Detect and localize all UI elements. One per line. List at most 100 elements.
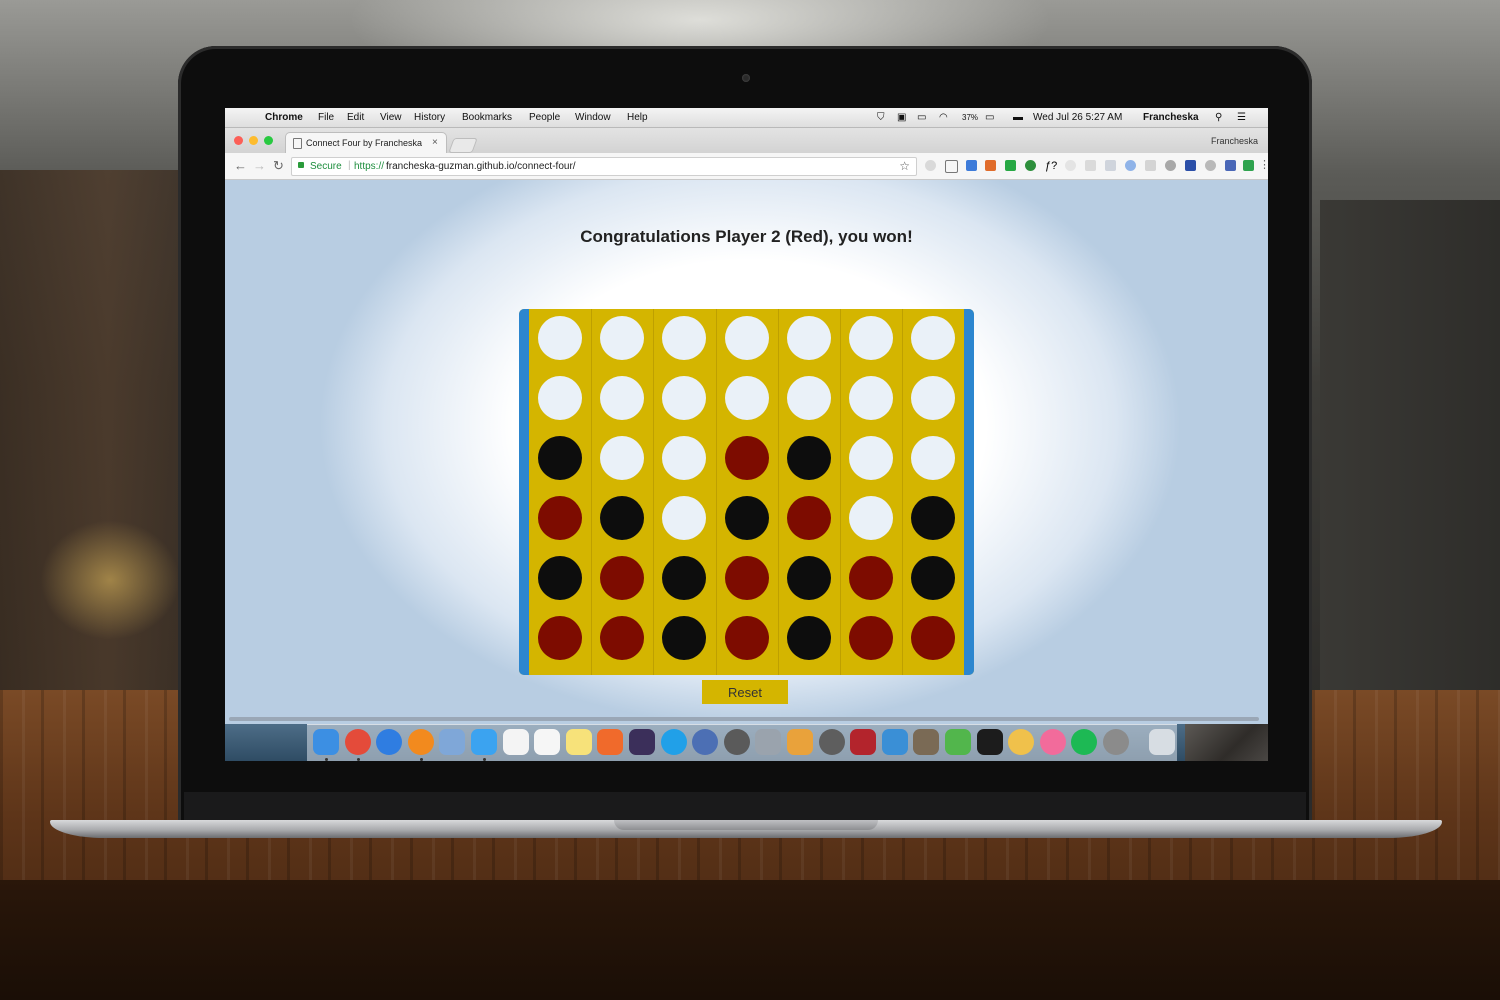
empty-slot[interactable] [662, 436, 707, 480]
black-piece[interactable] [662, 616, 707, 660]
empty-slot[interactable] [849, 436, 893, 480]
black-piece[interactable] [724, 496, 769, 540]
extension-feedly-icon[interactable] [985, 160, 996, 171]
empty-slot[interactable] [538, 376, 582, 420]
spotify-icon[interactable] [1071, 729, 1098, 755]
menu-user[interactable]: Francheska [1143, 112, 1199, 123]
new-tab-button[interactable] [448, 138, 478, 153]
menu-file[interactable]: File [318, 112, 334, 123]
empty-slot[interactable] [662, 316, 707, 360]
red-piece[interactable] [538, 616, 582, 660]
red-piece[interactable] [600, 556, 645, 600]
menu-clock[interactable]: Wed Jul 26 5:27 AM [1033, 112, 1122, 123]
empty-slot[interactable] [600, 316, 645, 360]
black-piece[interactable] [786, 616, 831, 660]
notes-icon[interactable] [565, 729, 592, 755]
notification-center-icon[interactable]: ☰ [1237, 112, 1246, 123]
terminal-icon[interactable] [976, 729, 1003, 755]
extension-refresh-icon[interactable] [1025, 160, 1036, 171]
forward-icon[interactable]: → [253, 158, 266, 173]
menu-help[interactable]: Help [627, 112, 648, 123]
menu-history[interactable]: History [414, 112, 445, 123]
empty-slot[interactable] [724, 376, 769, 420]
empty-slot[interactable] [538, 316, 582, 360]
reload-icon[interactable]: ↻ [273, 158, 284, 174]
slack-icon[interactable] [629, 729, 655, 755]
sketch-icon[interactable] [787, 729, 813, 755]
git-icon[interactable] [597, 729, 624, 755]
pixelmator-icon[interactable] [692, 729, 719, 755]
empty-slot[interactable] [849, 496, 893, 540]
black-piece[interactable] [538, 436, 582, 480]
extension-z-icon[interactable] [1185, 160, 1196, 171]
textedit-icon[interactable] [534, 729, 561, 755]
extension-translate-icon[interactable] [966, 160, 977, 171]
evernote-icon[interactable] [945, 729, 971, 755]
empty-slot[interactable] [600, 376, 645, 420]
minimize-window-icon[interactable] [249, 136, 258, 145]
red-piece[interactable] [849, 616, 893, 660]
dictionary-icon[interactable] [850, 729, 877, 755]
extension-blue-icon[interactable] [1225, 160, 1236, 171]
extension-mic-icon[interactable] [1165, 160, 1176, 171]
empty-slot[interactable] [662, 496, 707, 540]
extension-shield-icon[interactable] [1005, 160, 1016, 171]
extension-green-icon[interactable] [1243, 160, 1254, 171]
black-piece[interactable] [600, 496, 645, 540]
address-bar[interactable]: Secure | https:// francheska-guzman.gith… [291, 157, 917, 176]
black-piece[interactable] [911, 556, 956, 600]
empty-slot[interactable] [911, 376, 956, 420]
black-piece[interactable] [538, 556, 582, 600]
safari-icon[interactable] [376, 729, 403, 755]
system-preferences-icon[interactable] [1103, 729, 1129, 755]
empty-slot[interactable] [849, 376, 893, 420]
extension-frame-icon[interactable] [945, 160, 958, 173]
empty-slot[interactable] [724, 316, 769, 360]
red-piece[interactable] [724, 616, 769, 660]
horizontal-scrollbar[interactable] [229, 717, 1259, 721]
extension-grey-circle-icon[interactable] [1065, 160, 1076, 171]
menu-window[interactable]: Window [575, 112, 611, 123]
firefox-icon[interactable] [407, 729, 434, 755]
flag-icon[interactable]: ▬ [1013, 112, 1023, 123]
menu-view[interactable]: View [380, 112, 402, 123]
red-piece[interactable] [538, 496, 582, 540]
extension-cloud-icon[interactable] [1125, 160, 1136, 171]
tab-close-icon[interactable]: × [432, 137, 438, 148]
profile-button[interactable]: Francheska [1211, 136, 1258, 146]
reset-button[interactable]: Reset [702, 680, 788, 704]
red-piece[interactable] [600, 616, 645, 660]
photos-icon[interactable] [1008, 729, 1035, 755]
red-piece[interactable] [724, 436, 769, 480]
black-piece[interactable] [911, 496, 956, 540]
empty-slot[interactable] [911, 316, 956, 360]
extension-bell-icon[interactable] [1105, 160, 1116, 171]
airplay-icon[interactable]: ▭ [917, 112, 926, 123]
back-icon[interactable]: ← [234, 158, 247, 173]
extension-camera-icon[interactable] [1205, 160, 1216, 171]
wifi-icon[interactable]: ◠ [939, 112, 948, 123]
red-piece[interactable] [786, 496, 831, 540]
chrome-icon[interactable] [344, 729, 371, 755]
empty-slot[interactable] [786, 376, 831, 420]
battery-icon[interactable]: ▭ [985, 112, 994, 123]
finder-icon[interactable] [313, 729, 339, 755]
black-piece[interactable] [662, 556, 707, 600]
black-piece[interactable] [786, 436, 831, 480]
zoom-window-icon[interactable] [264, 136, 273, 145]
window-icon[interactable]: ▣ [897, 112, 906, 123]
red-piece[interactable] [849, 556, 893, 600]
mindnode-icon[interactable] [818, 729, 845, 755]
extension-font-icon[interactable]: ƒ? [1045, 160, 1057, 172]
red-piece[interactable] [724, 556, 769, 600]
empty-slot[interactable] [911, 436, 956, 480]
black-piece[interactable] [786, 556, 831, 600]
empty-slot[interactable] [786, 316, 831, 360]
empty-slot[interactable] [662, 376, 707, 420]
shield-icon[interactable]: ⛉ [877, 112, 885, 123]
chrome-menu-icon[interactable]: ⋮ [1259, 158, 1268, 171]
messages-icon[interactable] [471, 729, 497, 755]
spotlight-icon[interactable]: ⚲ [1215, 112, 1222, 123]
tab-connect-four[interactable]: Connect Four by Francheska × [285, 132, 447, 154]
empty-slot[interactable] [600, 436, 645, 480]
